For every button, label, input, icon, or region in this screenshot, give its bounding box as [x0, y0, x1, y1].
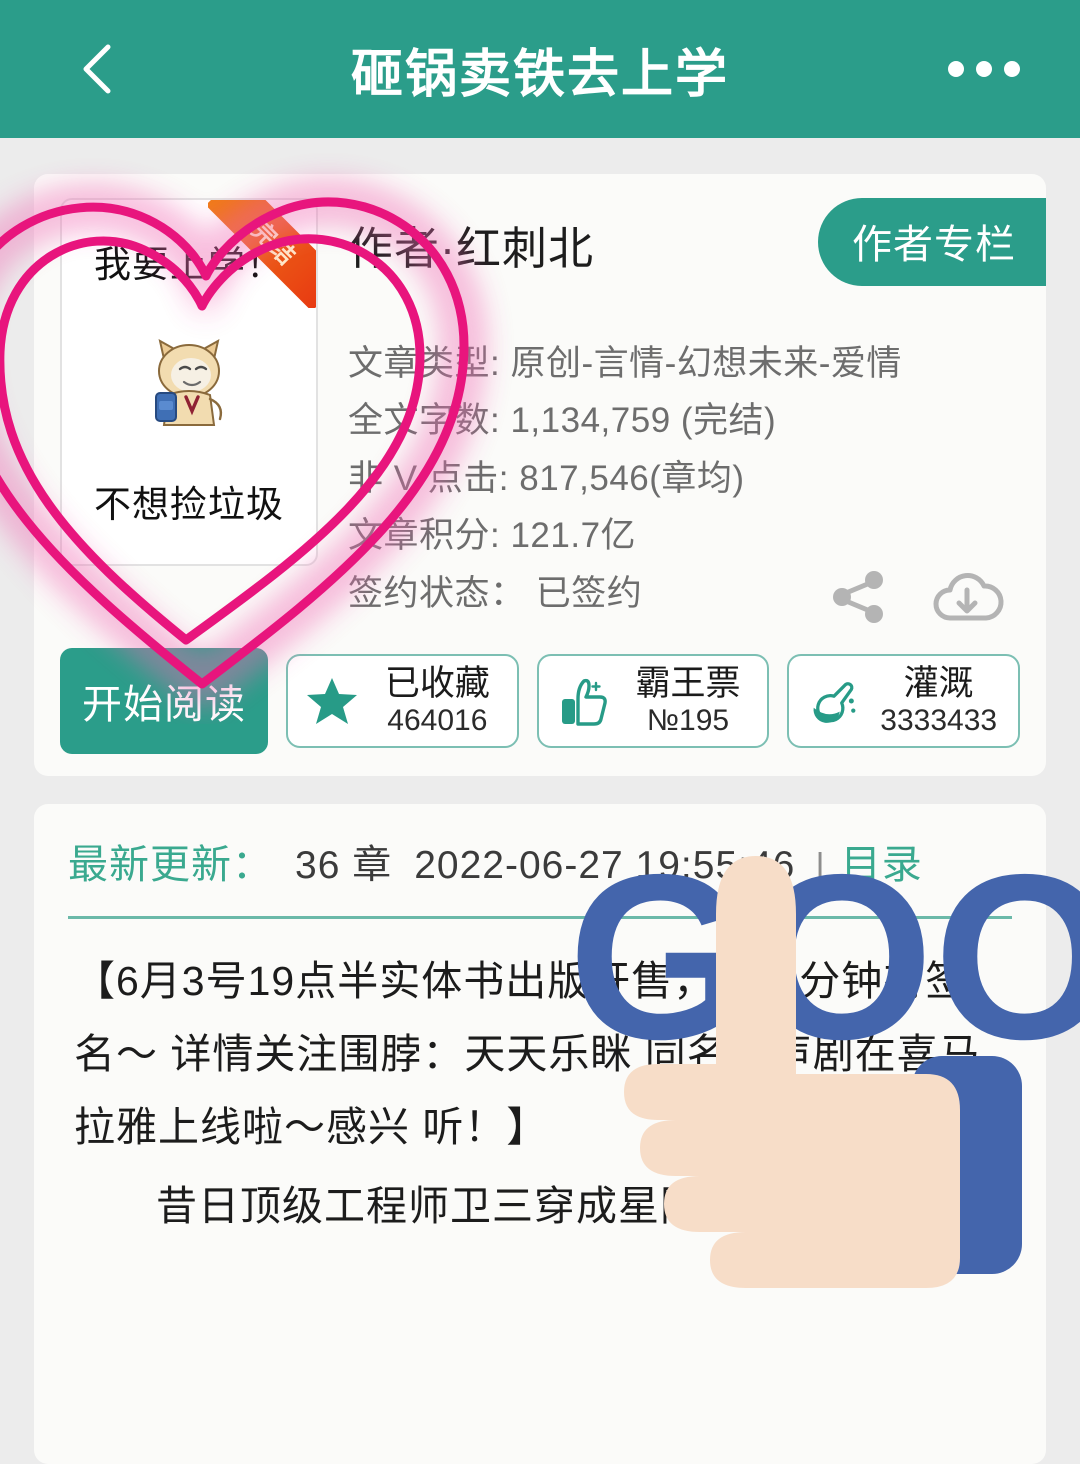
- star-icon: [307, 677, 357, 724]
- author-column-button[interactable]: 作者专栏: [818, 198, 1046, 286]
- meta-line-clicks: 非 V 点击: 817,546(章均): [348, 458, 745, 498]
- thumbs-up-icon: [561, 678, 607, 726]
- meta-line-points: 文章积分: 121.7亿: [348, 516, 637, 556]
- catalog-link[interactable]: 目录: [841, 832, 923, 890]
- ellipsis-icon-dot: [948, 61, 964, 77]
- cat-with-backpack-icon: [155, 339, 223, 426]
- book-cover[interactable]: 我要上学！ 不想捡垃圾 完结: [60, 198, 318, 566]
- bawangpiao-count: №195: [646, 703, 730, 737]
- app-header: 砸锅卖铁去上学: [0, 0, 1080, 138]
- back-button[interactable]: [78, 41, 118, 97]
- latest-update-card: 最新更新： 36 章 2022-06-27 19:55:46 | 目录 【6月3…: [34, 803, 1046, 1464]
- irrigate-button[interactable]: 灌溉 3333433: [787, 653, 1021, 748]
- latest-update-row: 最新更新： 36 章 2022-06-27 19:55:46 | 目录: [34, 832, 1046, 890]
- page-title: 砸锅卖铁去上学: [350, 45, 729, 104]
- favorite-button[interactable]: 已收藏 464016: [286, 653, 519, 748]
- cover-bottom-text: 不想捡垃圾: [94, 484, 284, 525]
- book-info-card: 我要上学！ 不想捡垃圾 完结 作者·红刺北 作者专栏 文章类型: 原创-言情-幻…: [34, 174, 1046, 776]
- description-paragraph-1: 【6月3号19点半实体书出版开售，前两分钟有签名～ 详情关注围脖：天天乐眯 同名…: [74, 957, 981, 1150]
- ellipsis-icon-dot: [976, 61, 992, 77]
- book-meta: 作者·红刺北 作者专栏 文章类型: 原创-言情-幻想未来-爱情 全文字数: 1,…: [318, 198, 1046, 623]
- start-reading-button[interactable]: 开始阅读: [60, 647, 268, 754]
- latest-update-label: 最新更新：: [68, 842, 273, 887]
- latest-chapter: 36 章: [295, 843, 393, 887]
- meta-action-icons: [828, 566, 1006, 628]
- completion-ribbon-label: 完结: [208, 200, 316, 308]
- bawangpiao-button[interactable]: 霸王票 №195: [536, 653, 770, 748]
- completion-ribbon: 完结: [208, 200, 316, 308]
- book-description: 【6月3号19点半实体书出版开售，前两分钟有签名～ 详情关注围脖：天天乐眯 同名…: [34, 919, 1046, 1243]
- description-paragraph-2: 昔日顶级工程师卫三穿成星际失学儿童，靠: [156, 1182, 954, 1229]
- irrigate-count: 3333433: [880, 703, 998, 737]
- ellipsis-icon-dot: [1004, 61, 1020, 77]
- action-button-row: 开始阅读 已收藏 464016 霸王票 №195 灌溉 3333433: [34, 622, 1046, 754]
- irrigate-label: 灌溉: [903, 663, 974, 703]
- chevron-left-icon: [83, 44, 111, 94]
- bawangpiao-label: 霸王票: [635, 663, 741, 703]
- favorite-label: 已收藏: [384, 663, 490, 703]
- latest-datetime: 2022-06-27 19:55:46: [414, 843, 796, 887]
- watering-flask-icon: [813, 682, 856, 723]
- update-separator: |: [815, 844, 825, 886]
- meta-line-wordcount: 全文字数: 1,134,759 (完结): [348, 401, 777, 441]
- cloud-download-icon[interactable]: [928, 566, 1006, 628]
- more-options-button[interactable]: [948, 61, 1020, 77]
- meta-line-type: 文章类型: 原创-言情-幻想未来-爱情: [348, 344, 902, 383]
- book-cover-wrapper[interactable]: 我要上学！ 不想捡垃圾 完结: [60, 198, 318, 622]
- author-name[interactable]: 作者·红刺北: [348, 198, 594, 277]
- book-info-top: 我要上学！ 不想捡垃圾 完结 作者·红刺北 作者专栏 文章类型: 原创-言情-幻…: [34, 198, 1046, 623]
- share-icon[interactable]: [828, 566, 890, 628]
- favorite-count: 464016: [387, 703, 488, 737]
